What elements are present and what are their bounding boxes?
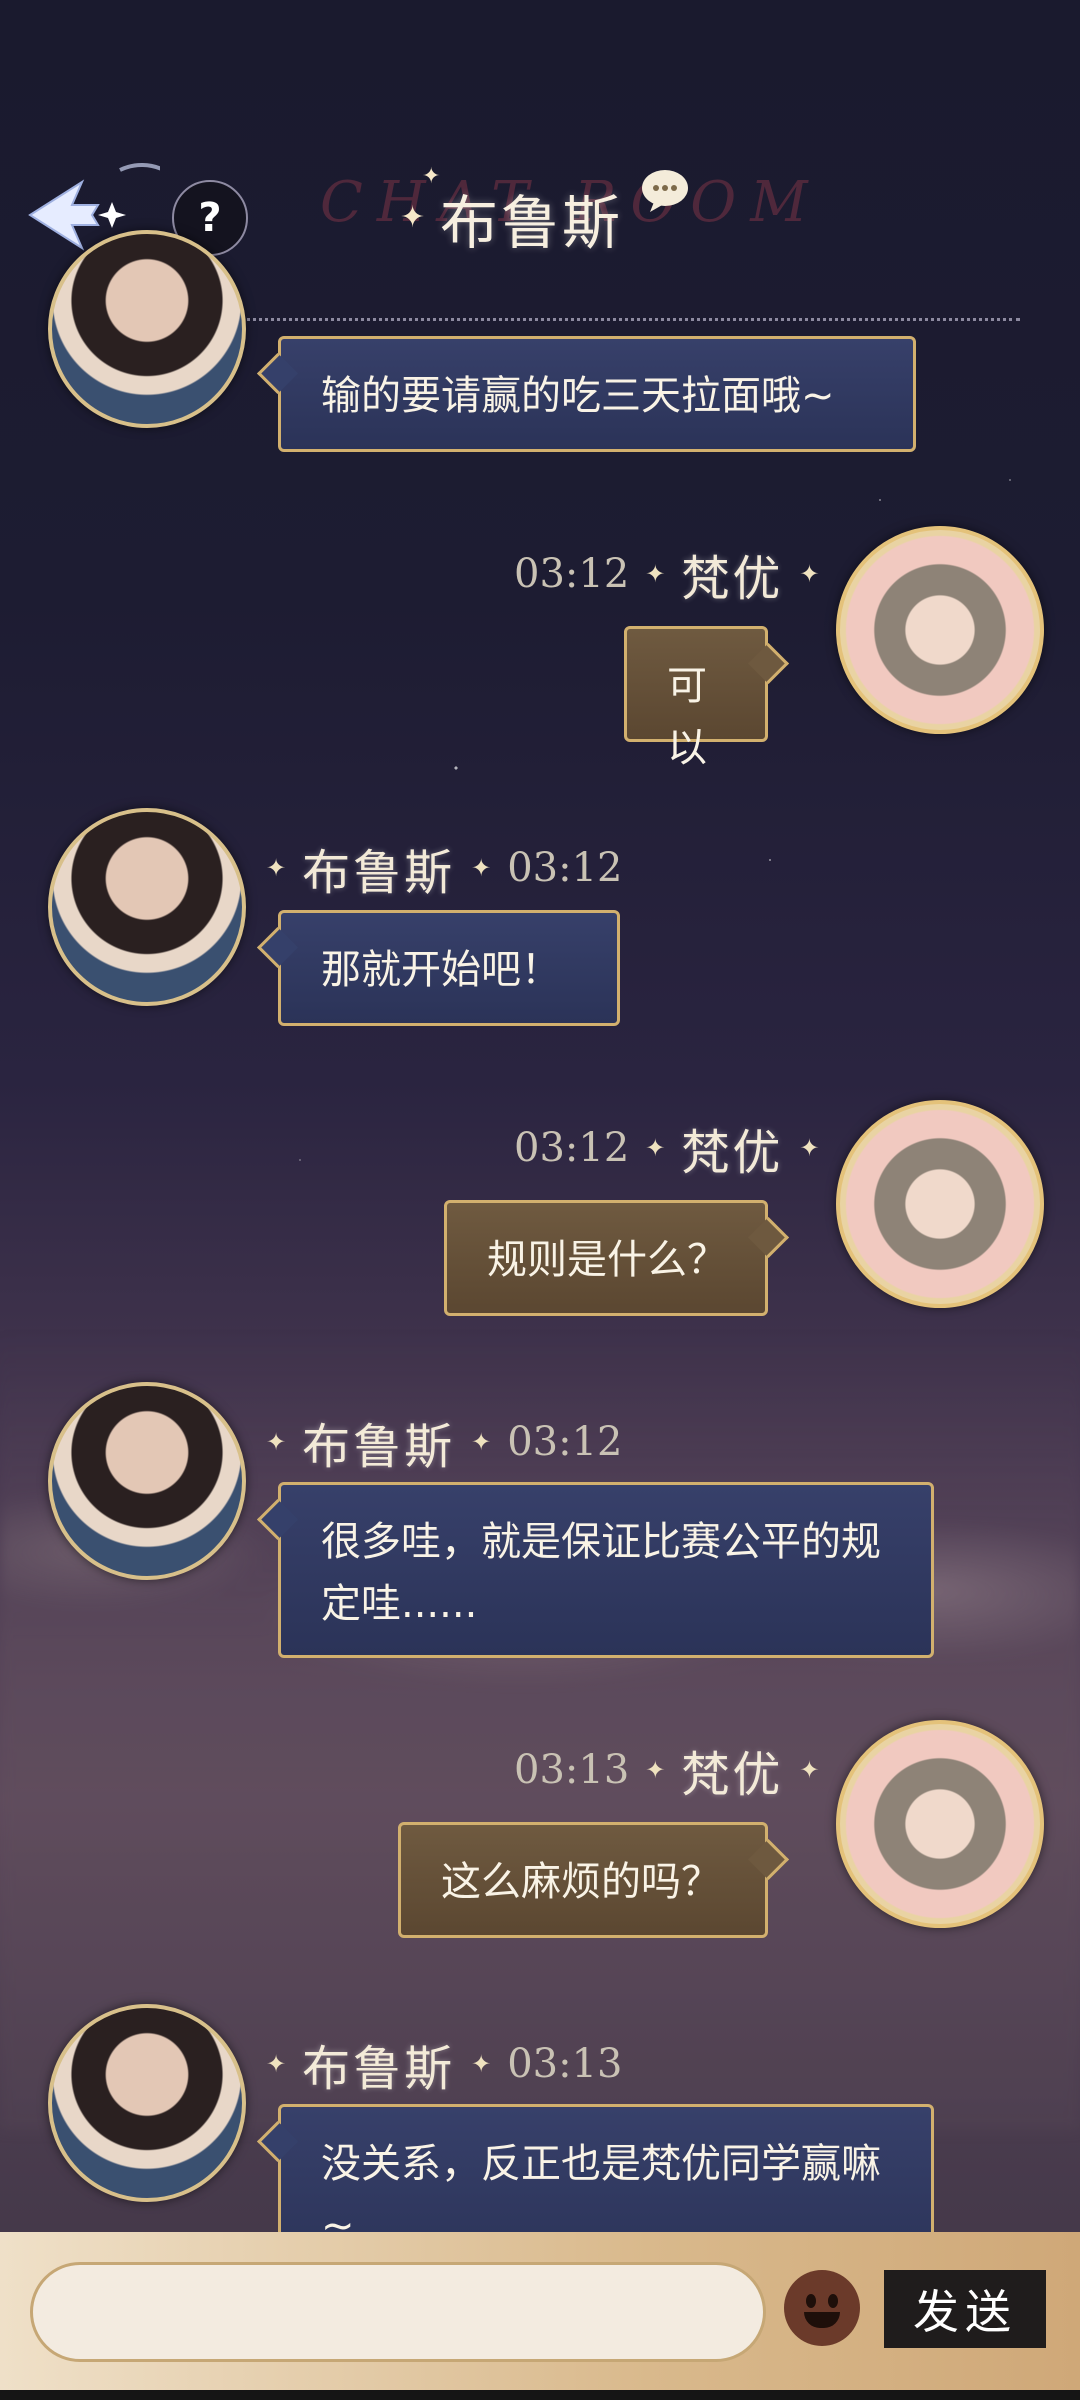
message-bubble: 这么麻烦的吗？ xyxy=(398,1822,768,1938)
message-input[interactable] xyxy=(30,2262,766,2362)
avatar-bruce[interactable] xyxy=(48,808,246,1006)
message-text: 那就开始吧！ xyxy=(321,947,561,993)
message-text: 输的要请赢的吃三天拉面哦~ xyxy=(321,373,835,419)
message-text: 这么麻烦的吗？ xyxy=(441,1859,721,1905)
chat-bubble-icon xyxy=(642,170,688,212)
input-bar: 发送 xyxy=(0,2232,1080,2400)
message-time: 03:13 xyxy=(507,2041,623,2087)
message-meta: 03:12 ✦ 梵优 ✦ xyxy=(514,544,820,607)
dot-icon: ✦ xyxy=(266,1428,287,1456)
sender-name: 布鲁斯 xyxy=(302,1419,456,1475)
dot-icon: ✦ xyxy=(799,1134,820,1162)
bottom-strip xyxy=(0,2390,1080,2400)
sender-name: 布鲁斯 xyxy=(302,2041,456,2097)
message-time: 03:12 xyxy=(514,1125,630,1171)
sender-name: 梵优 xyxy=(681,1125,784,1181)
message-text: 可以 xyxy=(667,663,707,771)
message-bubble: 可以 xyxy=(624,626,768,771)
send-button[interactable]: 发送 xyxy=(884,2270,1046,2348)
message-text: 很多哇，就是保证比赛公平的规定哇...... xyxy=(321,1519,881,1627)
avatar-fanyou[interactable] xyxy=(836,1720,1044,1928)
dot-icon: ✦ xyxy=(645,1134,666,1162)
chat-title: 布鲁斯 xyxy=(440,189,624,257)
message-bubble: 规则是什么？ xyxy=(444,1200,768,1316)
dot-icon: ✦ xyxy=(471,854,492,882)
dot-icon: ✦ xyxy=(266,854,287,882)
dot-icon: ✦ xyxy=(471,2050,492,2078)
dot-icon: ✦ xyxy=(799,1756,820,1784)
avatar-bruce[interactable] xyxy=(48,2004,246,2202)
sparkle-icon: ✦ xyxy=(422,164,441,189)
message-time: 03:12 xyxy=(507,1419,623,1465)
message-time: 03:12 xyxy=(514,551,630,597)
dot-icon: ✦ xyxy=(471,1428,492,1456)
sparkle-icon: ✦ xyxy=(400,200,426,235)
message-bubble: 很多哇，就是保证比赛公平的规定哇...... xyxy=(278,1482,934,1658)
message-bubble: 那就开始吧！ xyxy=(278,910,620,1026)
avatar-fanyou[interactable] xyxy=(836,1100,1044,1308)
message-time: 03:13 xyxy=(514,1747,630,1793)
emoji-button[interactable] xyxy=(784,2270,860,2346)
avatar-bruce[interactable] xyxy=(48,1382,246,1580)
message-time: 03:12 xyxy=(507,845,623,891)
message-meta: 03:13 ✦ 梵优 ✦ xyxy=(514,1740,820,1803)
message-meta: ✦ 布鲁斯 ✦ 03:12 xyxy=(266,1412,623,1475)
sender-name: 梵优 xyxy=(681,1747,784,1803)
message-meta: 03:12 ✦ 梵优 ✦ xyxy=(514,1118,820,1181)
question-icon: ? xyxy=(198,195,222,241)
dot-icon: ✦ xyxy=(645,560,666,588)
message-meta: ✦ 布鲁斯 ✦ 03:12 xyxy=(266,838,623,901)
sender-name: 梵优 xyxy=(681,551,784,607)
avatar-bruce[interactable] xyxy=(48,230,246,428)
dot-icon: ✦ xyxy=(799,560,820,588)
dot-icon: ✦ xyxy=(266,2050,287,2078)
message-meta: ✦ 布鲁斯 ✦ 03:13 xyxy=(266,2034,623,2097)
dot-icon: ✦ xyxy=(645,1756,666,1784)
avatar-fanyou[interactable] xyxy=(836,526,1044,734)
message-bubble: 输的要请赢的吃三天拉面哦~ xyxy=(278,336,916,452)
message-text: 规则是什么？ xyxy=(487,1237,727,1283)
sender-name: 布鲁斯 xyxy=(302,845,456,901)
